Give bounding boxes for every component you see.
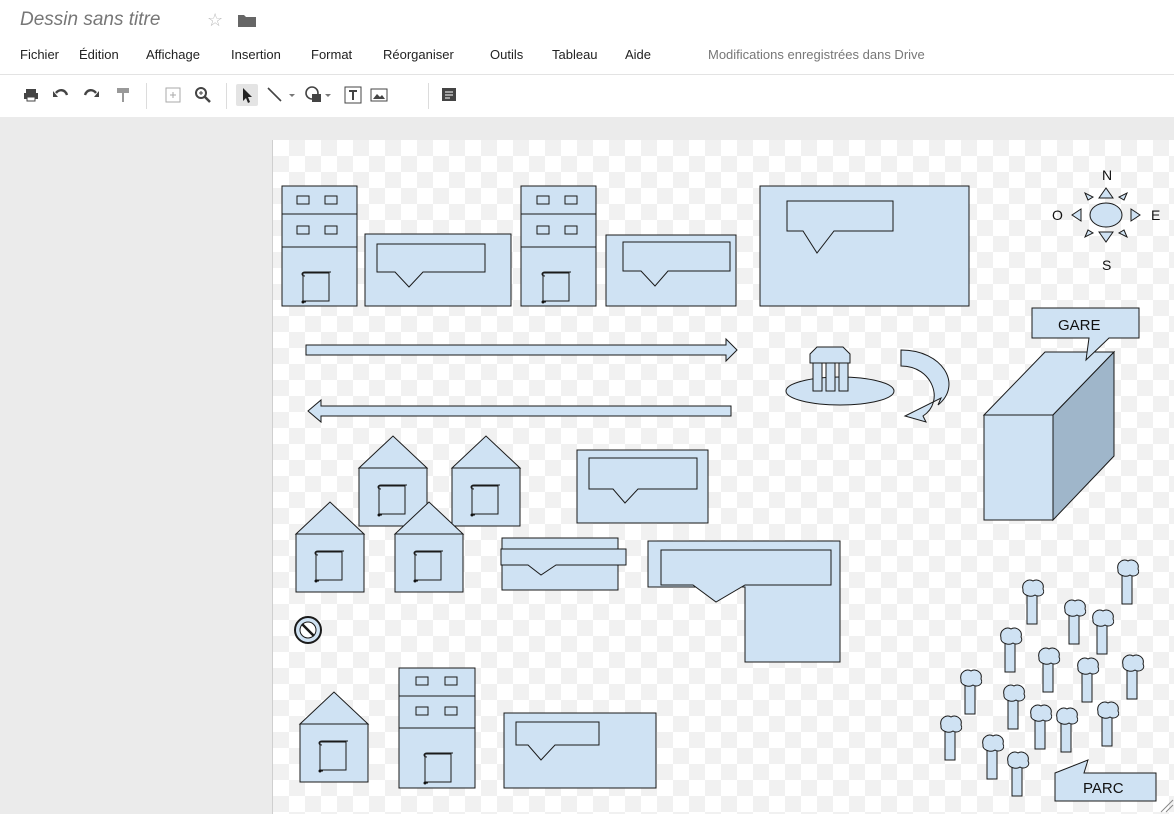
select-arrow-icon[interactable] bbox=[236, 84, 258, 106]
image-icon[interactable] bbox=[368, 84, 390, 106]
menu-insertion[interactable]: Insertion bbox=[231, 47, 281, 62]
monument-shape[interactable] bbox=[785, 346, 895, 406]
zoom-fit-icon[interactable] bbox=[162, 84, 184, 106]
resize-handle[interactable] bbox=[1160, 799, 1174, 813]
compass-rose[interactable]: N S E O bbox=[1052, 167, 1160, 273]
compass-west-label: O bbox=[1052, 207, 1063, 223]
l-shaped-building[interactable] bbox=[647, 540, 841, 663]
toolbar-separator bbox=[226, 83, 227, 109]
menu-fichier[interactable]: Fichier bbox=[20, 47, 59, 62]
undo-icon[interactable] bbox=[50, 84, 72, 106]
compass-south-label: S bbox=[1102, 257, 1111, 273]
toolbar-separator bbox=[428, 83, 429, 109]
menu-edition[interactable]: Édition bbox=[79, 47, 119, 62]
speech-callout-shape[interactable] bbox=[503, 712, 657, 789]
document-title[interactable]: Dessin sans titre bbox=[20, 9, 160, 31]
line-icon[interactable] bbox=[264, 84, 286, 106]
house-shape[interactable] bbox=[452, 436, 520, 526]
menu-outils[interactable]: Outils bbox=[490, 47, 523, 62]
zoom-icon[interactable] bbox=[192, 84, 214, 106]
folder-icon[interactable] bbox=[238, 14, 256, 27]
compass-north-label: N bbox=[1102, 167, 1112, 183]
park-label: PARC bbox=[1083, 780, 1124, 797]
title-bar: Dessin sans titre ☆ bbox=[0, 0, 1174, 40]
speech-callout-shape[interactable] bbox=[576, 449, 709, 524]
park-label-callout[interactable]: PARC bbox=[1054, 759, 1157, 802]
station-label: GARE bbox=[1058, 317, 1101, 334]
star-icon[interactable]: ☆ bbox=[207, 10, 223, 31]
speech-callout-shape[interactable] bbox=[364, 233, 512, 307]
left-arrow-shape[interactable] bbox=[307, 398, 732, 424]
station-building[interactable] bbox=[982, 350, 1116, 522]
apartment-building[interactable] bbox=[520, 185, 597, 307]
toolbar-separator bbox=[146, 83, 147, 109]
comment-icon[interactable] bbox=[438, 84, 460, 106]
menu-tableau[interactable]: Tableau bbox=[552, 47, 598, 62]
apartment-building[interactable] bbox=[398, 667, 476, 789]
drawing-svg: N S E O GARE PARC bbox=[281, 167, 1174, 813]
redo-icon[interactable] bbox=[80, 84, 102, 106]
menu-bar: Fichier Édition Affichage Insertion Form… bbox=[0, 42, 1174, 70]
right-arrow-shape[interactable] bbox=[305, 337, 738, 363]
house-shape[interactable] bbox=[359, 436, 427, 526]
house-shape[interactable] bbox=[300, 692, 368, 782]
speech-callout-shape[interactable] bbox=[759, 185, 970, 307]
menu-reorganiser[interactable]: Réorganiser bbox=[383, 47, 454, 62]
no-entry-sign[interactable] bbox=[294, 616, 322, 644]
chevron-down-icon[interactable] bbox=[286, 84, 298, 106]
save-status: Modifications enregistrées dans Drive bbox=[708, 47, 925, 62]
shape-icon[interactable] bbox=[302, 84, 332, 106]
curved-arrow-shape[interactable] bbox=[900, 349, 950, 423]
toolbar bbox=[0, 74, 1174, 118]
compass-east-label: E bbox=[1151, 207, 1160, 223]
menu-format[interactable]: Format bbox=[311, 47, 352, 62]
park-trees[interactable] bbox=[940, 559, 1145, 797]
menu-affichage[interactable]: Affichage bbox=[146, 47, 200, 62]
menu-aide[interactable]: Aide bbox=[625, 47, 651, 62]
speech-callout-shape[interactable] bbox=[500, 537, 627, 591]
print-icon[interactable] bbox=[20, 84, 42, 106]
drawing-canvas[interactable]: N S E O GARE PARC bbox=[272, 140, 1174, 814]
text-box-icon[interactable] bbox=[342, 84, 364, 106]
apartment-building[interactable] bbox=[281, 185, 358, 307]
house-shape[interactable] bbox=[296, 502, 364, 592]
speech-callout-shape[interactable] bbox=[605, 234, 737, 307]
paint-format-icon[interactable] bbox=[112, 84, 134, 106]
